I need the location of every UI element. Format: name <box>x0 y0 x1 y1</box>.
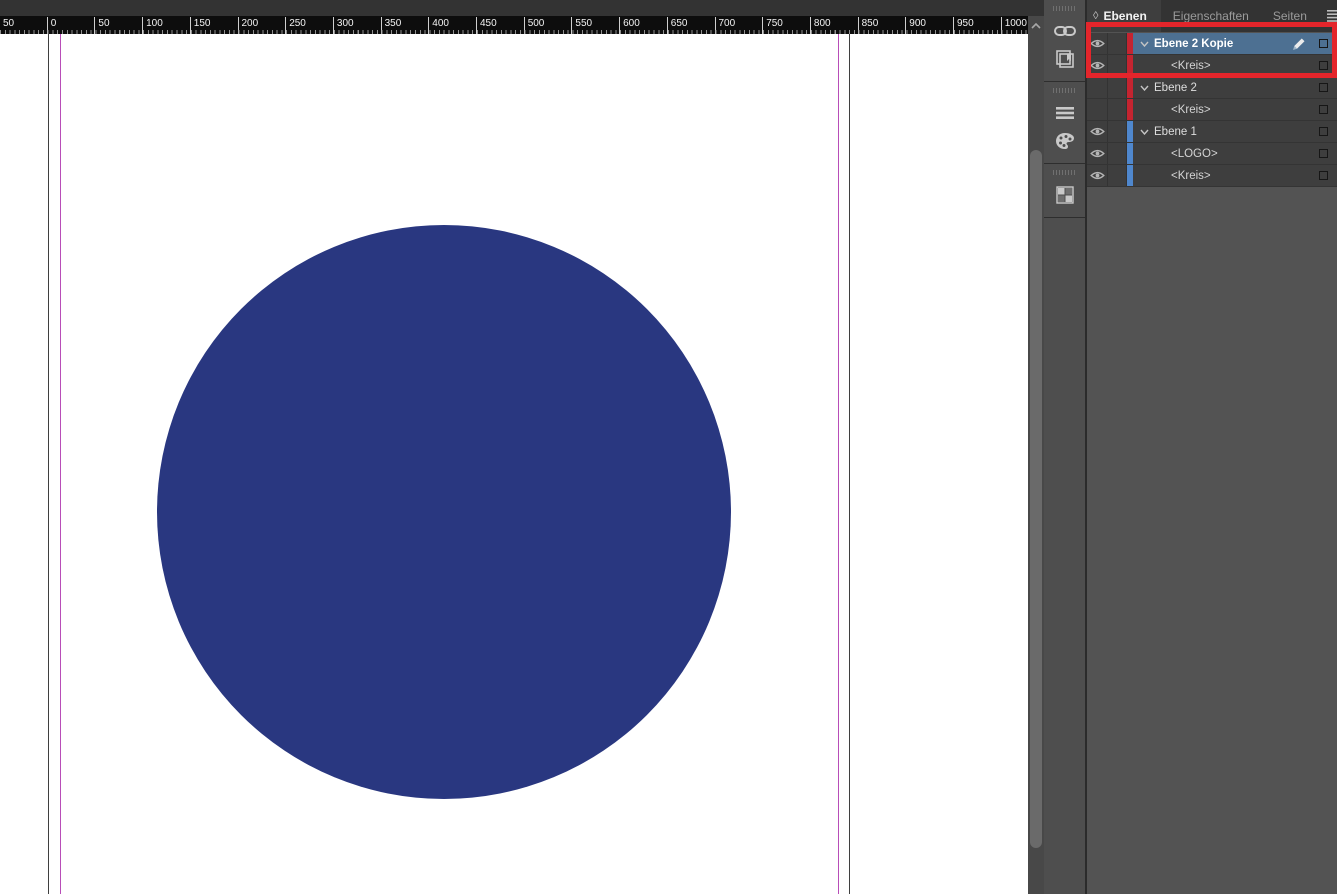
layer-row-content[interactable]: <Kreis> <box>1133 99 1337 120</box>
visibility-toggle-empty[interactable] <box>1087 99 1108 120</box>
pages-bookmark-panel-icon[interactable] <box>1044 45 1085 73</box>
dock-group-1 <box>1044 0 1085 82</box>
lock-toggle-cell[interactable] <box>1108 99 1127 120</box>
panel-menu-icon[interactable] <box>1319 0 1337 32</box>
circle-object[interactable] <box>157 225 731 799</box>
lock-toggle-cell[interactable] <box>1108 143 1127 164</box>
tab-seiten[interactable]: Seiten <box>1261 0 1319 32</box>
layer-row[interactable]: <Kreis> <box>1087 165 1337 187</box>
selection-target-box[interactable] <box>1319 83 1328 92</box>
top-strip <box>0 0 1044 16</box>
visibility-eye-icon[interactable] <box>1087 55 1108 76</box>
visibility-eye-icon[interactable] <box>1087 33 1108 54</box>
vertical-scrollbar[interactable] <box>1028 16 1044 894</box>
layer-row-content[interactable]: <Kreis> <box>1133 165 1337 186</box>
selection-target-box[interactable] <box>1319 105 1328 114</box>
layer-name[interactable]: <LOGO> <box>1171 148 1218 160</box>
visibility-eye-icon[interactable] <box>1087 143 1108 164</box>
lock-toggle-cell[interactable] <box>1108 121 1127 142</box>
panel-tab-bar: ◊ Ebenen Eigenschaften Seiten <box>1087 0 1337 32</box>
links-panel-icon[interactable] <box>1044 17 1085 45</box>
selection-target-box[interactable] <box>1319 39 1328 48</box>
document-canvas[interactable] <box>0 34 1028 894</box>
lock-toggle-cell[interactable] <box>1108 33 1127 54</box>
layer-row[interactable]: Ebene 2 Kopie <box>1087 33 1337 55</box>
visibility-eye-icon[interactable] <box>1087 165 1108 186</box>
tab-ebenen-label: Ebenen <box>1103 9 1146 23</box>
layer-name[interactable]: Ebene 2 Kopie <box>1154 38 1233 50</box>
edit-pencil-icon <box>1291 36 1307 52</box>
scroll-up-icon[interactable] <box>1031 22 1041 30</box>
layer-name[interactable]: <Kreis> <box>1171 60 1211 72</box>
page-border-left <box>48 34 49 894</box>
tab-eigenschaften[interactable]: Eigenschaften <box>1161 0 1261 32</box>
layer-name[interactable]: Ebene 2 <box>1154 82 1197 94</box>
layer-name[interactable]: <Kreis> <box>1171 170 1211 182</box>
layer-row[interactable]: <Kreis> <box>1087 99 1337 121</box>
selection-target-box[interactable] <box>1319 127 1328 136</box>
layer-row-content[interactable]: Ebene 2 <box>1133 77 1337 98</box>
dock-group-3 <box>1044 164 1085 218</box>
margin-guide-right[interactable] <box>838 34 839 894</box>
lock-toggle-cell[interactable] <box>1108 77 1127 98</box>
scrollbar-thumb[interactable] <box>1030 150 1042 848</box>
dock-gripper[interactable] <box>1053 6 1077 11</box>
layer-name[interactable]: Ebene 1 <box>1154 126 1197 138</box>
tab-ebenen[interactable]: ◊ Ebenen <box>1087 0 1161 32</box>
visibility-toggle-empty[interactable] <box>1087 77 1108 98</box>
dock-gripper[interactable] <box>1053 88 1077 93</box>
layer-row[interactable]: <LOGO> <box>1087 143 1337 165</box>
selection-target-box[interactable] <box>1319 149 1328 158</box>
layer-row[interactable]: <Kreis> <box>1087 55 1337 77</box>
panel-collapse-icon[interactable]: ◊ <box>1093 10 1098 22</box>
layer-row[interactable]: Ebene 2 <box>1087 77 1337 99</box>
margin-guide-left[interactable] <box>60 34 61 894</box>
dock-group-2 <box>1044 82 1085 164</box>
chevron-down-icon[interactable] <box>1140 129 1150 135</box>
layer-name[interactable]: <Kreis> <box>1171 104 1211 116</box>
tab-eigenschaften-label: Eigenschaften <box>1173 9 1249 23</box>
lock-toggle-cell[interactable] <box>1108 55 1127 76</box>
selection-target-box[interactable] <box>1319 171 1328 180</box>
layer-list: Ebene 2 Kopie <Kreis> Ebene 2 <Kreis> Ebene … <box>1087 33 1337 187</box>
page-border-right <box>849 34 850 894</box>
layer-row-content[interactable]: Ebene 1 <box>1133 121 1337 142</box>
layer-row-content[interactable]: Ebene 2 Kopie <box>1133 33 1337 54</box>
layer-row[interactable]: Ebene 1 <box>1087 121 1337 143</box>
layer-row-content[interactable]: <LOGO> <box>1133 143 1337 164</box>
layers-panel: ◊ Ebenen Eigenschaften Seiten Ebene 2 Ko… <box>1087 0 1337 894</box>
menu-lines-panel-icon[interactable] <box>1044 99 1085 127</box>
selection-target-box[interactable] <box>1319 61 1328 70</box>
tab-seiten-label: Seiten <box>1273 9 1307 23</box>
color-palette-panel-icon[interactable] <box>1044 127 1085 155</box>
pages-grid-panel-icon[interactable] <box>1044 181 1085 209</box>
indesign-workspace: 5005010015020025030035040045050055060065… <box>0 0 1337 894</box>
panel-dock <box>1044 0 1087 894</box>
dock-gripper[interactable] <box>1053 170 1077 175</box>
chevron-down-icon[interactable] <box>1140 41 1150 47</box>
layer-row-content[interactable]: <Kreis> <box>1133 55 1337 76</box>
lock-toggle-cell[interactable] <box>1108 165 1127 186</box>
horizontal-ruler[interactable]: 5005010015020025030035040045050055060065… <box>0 16 1028 34</box>
visibility-eye-icon[interactable] <box>1087 121 1108 142</box>
chevron-down-icon[interactable] <box>1140 85 1150 91</box>
